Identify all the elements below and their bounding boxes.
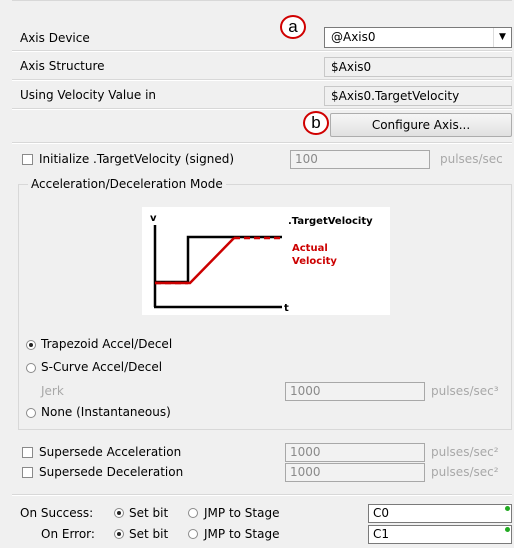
callout-a: a (280, 15, 306, 39)
scurve-radio[interactable] (26, 363, 36, 373)
top-border (12, 0, 512, 1)
on-error-setbit-radio[interactable] (114, 529, 124, 539)
trapezoid-radio[interactable] (26, 340, 36, 350)
axis-device-label: Axis Device (20, 31, 90, 45)
on-error-jmp-radio[interactable] (188, 529, 198, 539)
status-dot (505, 506, 510, 511)
on-error-setbit-label[interactable]: Set bit (129, 527, 168, 541)
init-velocity-checkbox[interactable] (22, 154, 33, 165)
supersede-accel-label[interactable]: Supersede Acceleration (39, 445, 181, 459)
supersede-accel-checkbox[interactable] (22, 447, 33, 458)
t-axis-label: t (284, 303, 289, 314)
velocity-value-label: Using Velocity Value in (20, 88, 157, 102)
on-error-jmp-label[interactable]: JMP to Stage (204, 527, 279, 541)
supersede-decel-unit: pulses/sec² (431, 465, 499, 479)
callout-b: b (303, 111, 329, 135)
on-success-label: On Success: (20, 506, 94, 520)
axis-structure-value: $Axis0 (324, 57, 512, 77)
supersede-decel-label[interactable]: Supersede Deceleration (39, 465, 183, 479)
jerk-unit: pulses/sec³ (431, 384, 499, 398)
divider (12, 494, 512, 496)
target-velocity-label: .TargetVelocity (288, 216, 373, 227)
configure-axis-button[interactable]: Configure Axis... (330, 113, 512, 137)
on-success-setbit-radio[interactable] (114, 508, 124, 518)
actual-label-1: Actual (292, 243, 328, 254)
trapezoid-label[interactable]: Trapezoid Accel/Decel (41, 337, 172, 351)
on-error-label: On Error: (41, 527, 95, 541)
divider (12, 142, 512, 144)
on-success-setbit-label[interactable]: Set bit (129, 506, 168, 520)
axis-structure-label: Axis Structure (20, 59, 105, 73)
jerk-label: Jerk (41, 384, 64, 398)
init-velocity-unit: pulses/sec (440, 152, 503, 166)
accel-mode-title: Acceleration/Deceleration Mode (28, 177, 226, 191)
supersede-decel-checkbox[interactable] (22, 467, 33, 478)
jerk-input: 1000 (285, 382, 425, 401)
scurve-label[interactable]: S-Curve Accel/Decel (41, 360, 162, 374)
actual-label-2: Velocity (292, 256, 337, 267)
status-dot (505, 527, 510, 532)
supersede-accel-unit: pulses/sec² (431, 445, 499, 459)
on-success-jmp-radio[interactable] (188, 508, 198, 518)
velocity-value-field: $Axis0.TargetVelocity (324, 86, 512, 106)
axis-device-select[interactable]: @Axis0 ▼ (324, 27, 512, 48)
none-label[interactable]: None (Instantaneous) (41, 405, 171, 419)
actual-velocity-line (155, 237, 235, 285)
init-velocity-input: 100 (290, 150, 430, 169)
divider (12, 79, 512, 81)
velocity-profile-diagram: v t .TargetVelocity Actual Velocity (142, 207, 390, 315)
v-axis-label: v (150, 213, 157, 224)
on-success-input[interactable]: C0 (368, 504, 512, 523)
none-radio[interactable] (26, 408, 36, 418)
on-success-jmp-label[interactable]: JMP to Stage (204, 506, 279, 520)
velocity-profile-svg: v t .TargetVelocity Actual Velocity (150, 213, 373, 314)
supersede-decel-input: 1000 (285, 463, 425, 482)
chevron-down-icon[interactable]: ▼ (493, 28, 511, 47)
divider (12, 50, 512, 52)
init-velocity-label[interactable]: Initialize .TargetVelocity (signed) (39, 152, 234, 166)
divider (12, 108, 512, 110)
axis-device-value: @Axis0 (331, 30, 376, 44)
on-error-input[interactable]: C1 (368, 525, 512, 544)
supersede-accel-input: 1000 (285, 443, 425, 462)
